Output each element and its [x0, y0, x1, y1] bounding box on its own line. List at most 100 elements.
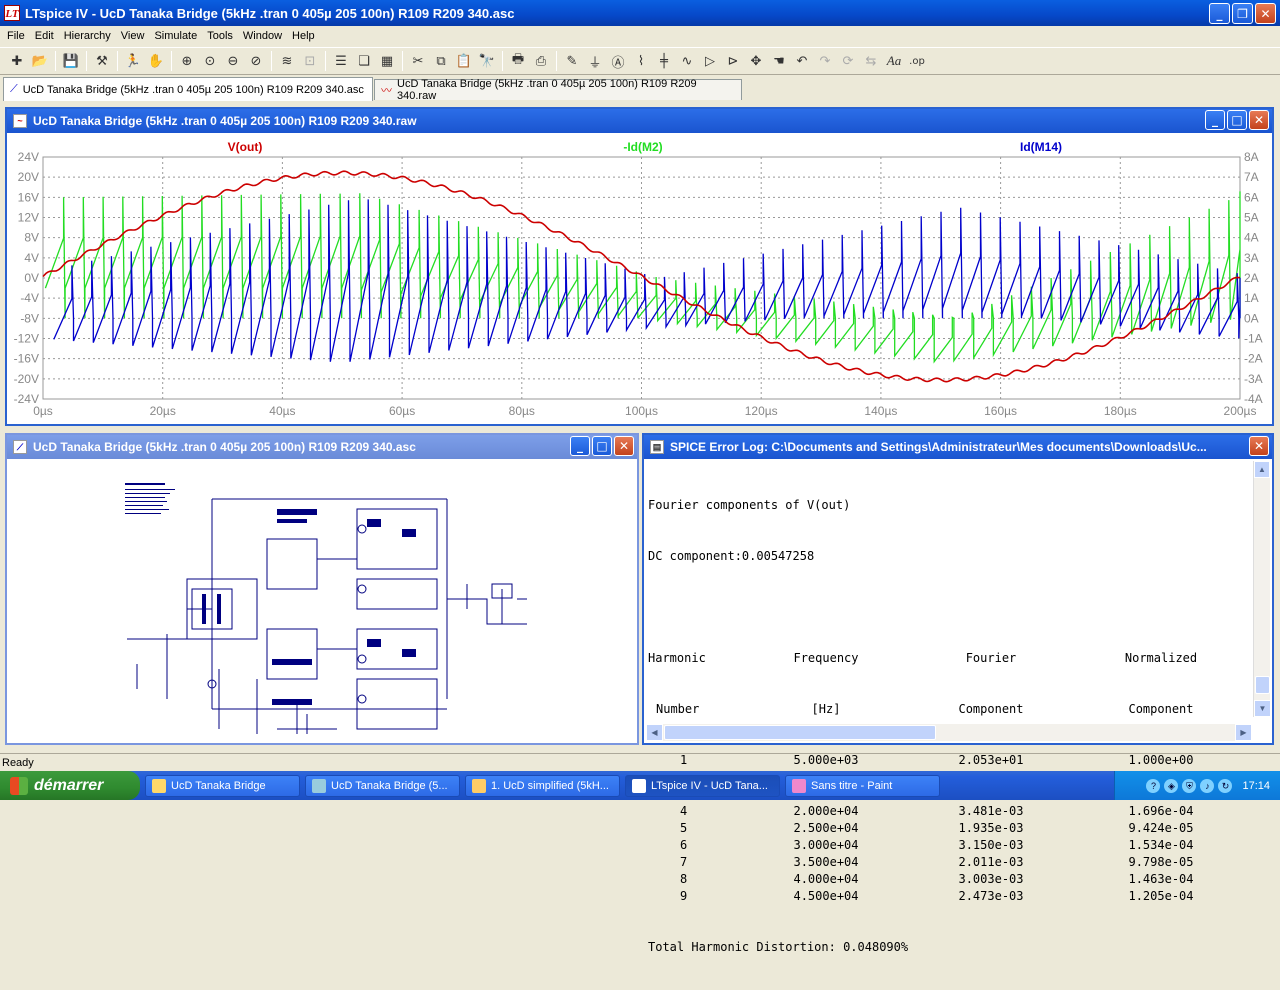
minimize-button[interactable]: _ [570, 436, 590, 456]
log-cell: 3.500e+04 [793, 855, 859, 869]
zoom-cancel-icon[interactable]: ⊘ [245, 50, 267, 72]
task-button[interactable]: UcD Tanaka Bridge (5... [305, 774, 460, 797]
mirror-icon[interactable]: ⇆ [860, 50, 882, 72]
restore-button[interactable]: ❐ [1232, 3, 1253, 24]
ground-icon[interactable]: ⏚ [584, 50, 606, 72]
schematic-window-caption[interactable]: ⟋ UcD Tanaka Bridge (5kHz .tran 0 405µ 2… [7, 435, 637, 459]
volume-icon[interactable]: ♪ [1200, 778, 1215, 793]
header-normalized: Normalized [1124, 651, 1198, 665]
scroll-thumb[interactable] [664, 725, 936, 740]
diode-icon[interactable]: ▷ [699, 50, 721, 72]
waveform-plot[interactable]: 24V20V16V12V8V4V0V-4V-8V-12V-16V-20V-24V… [7, 133, 1272, 424]
run-icon[interactable]: 🏃 [122, 50, 144, 72]
pan-icon[interactable]: ⊙ [199, 50, 221, 72]
redo-icon[interactable]: ↷ [814, 50, 836, 72]
text-icon[interactable]: Aa [883, 50, 905, 72]
error-log-caption[interactable]: ▤ SPICE Error Log: C:\Documents and Sett… [644, 435, 1272, 459]
scroll-thumb[interactable] [1255, 676, 1270, 694]
window-titlebar[interactable]: LT LTspice IV - UcD Tanaka Bridge (5kHz … [0, 0, 1280, 26]
menu-hierarchy[interactable]: Hierarchy [59, 30, 116, 42]
trace-label-id-m14[interactable]: Id(M14) [1020, 140, 1062, 154]
update-icon[interactable]: ↻ [1218, 778, 1233, 793]
close-button[interactable]: ✕ [1255, 3, 1276, 24]
close-button[interactable]: ✕ [1249, 436, 1269, 456]
menu-tools[interactable]: Tools [202, 30, 238, 42]
close-button[interactable]: ✕ [614, 436, 634, 456]
start-button[interactable]: démarrer [0, 771, 140, 800]
log-cell: 1.534e-04 [1128, 838, 1194, 852]
task-label: LTspice IV - UcD Tana... [651, 779, 768, 792]
capacitor-icon[interactable]: ╪ [653, 50, 675, 72]
trace-label-id-m2[interactable]: -Id(M2) [623, 140, 662, 154]
cut-icon[interactable]: ✂ [407, 50, 429, 72]
halt-icon[interactable]: ✋ [145, 50, 167, 72]
log-vertical-scrollbar[interactable]: ▲ ▼ [1253, 461, 1271, 717]
security-icon[interactable]: ⛨ [1182, 778, 1197, 793]
scroll-right-icon[interactable]: ▶ [1235, 724, 1252, 741]
menu-view[interactable]: View [116, 30, 150, 42]
trace-label-vout[interactable]: V(out) [228, 140, 263, 154]
zoom-out-icon[interactable]: ⊖ [222, 50, 244, 72]
autorange-icon[interactable]: ≋ [276, 50, 298, 72]
menu-file[interactable]: File [2, 30, 30, 42]
tile-vertical-icon[interactable]: ▦ [376, 50, 398, 72]
log-horizontal-scrollbar[interactable]: ◀ ▶ [646, 724, 1252, 741]
open-icon[interactable]: 📂 [29, 50, 51, 72]
draw-wire-icon[interactable]: ✎ [561, 50, 583, 72]
menu-window[interactable]: Window [238, 30, 287, 42]
copy-icon[interactable]: ⧉ [430, 50, 452, 72]
task-label: Sans titre - Paint [811, 779, 893, 792]
print-icon[interactable]: ⎙ [530, 50, 552, 72]
cascade-icon[interactable]: ❏ [353, 50, 375, 72]
schematic-canvas[interactable] [7, 459, 637, 743]
menu-simulate[interactable]: Simulate [149, 30, 202, 42]
close-button[interactable]: ✕ [1249, 110, 1269, 130]
move-icon[interactable]: ✥ [745, 50, 767, 72]
help-icon[interactable]: ? [1146, 778, 1161, 793]
minimize-button[interactable]: _ [1205, 110, 1225, 130]
waveform-window-caption[interactable]: ~ UcD Tanaka Bridge (5kHz .tran 0 405µ 2… [7, 109, 1272, 133]
task-button[interactable]: LTspice IV - UcD Tana... [625, 774, 780, 797]
task-button[interactable]: 1. UcD simplified (5kH... [465, 774, 620, 797]
fit-icon[interactable]: ⊡ [299, 50, 321, 72]
rotate-icon[interactable]: ⟳ [837, 50, 859, 72]
undo-icon[interactable]: ↶ [791, 50, 813, 72]
control-panel-icon[interactable]: ⚒ [91, 50, 113, 72]
resistor-icon[interactable]: ⌇ [630, 50, 652, 72]
y-left-tick: -20V [14, 372, 39, 386]
schematic-window[interactable]: ⟋ UcD Tanaka Bridge (5kHz .tran 0 405µ 2… [5, 433, 639, 745]
new-schematic-icon[interactable]: ✚ [6, 50, 28, 72]
maximize-button[interactable]: □ [592, 436, 612, 456]
label-net-icon[interactable]: Ⓐ [607, 50, 629, 72]
print-setup-icon[interactable]: 🖶 [507, 50, 529, 72]
zoom-in-icon[interactable]: ⊕ [176, 50, 198, 72]
paste-icon[interactable]: 📋 [453, 50, 475, 72]
menu-help[interactable]: Help [287, 30, 320, 42]
find-icon[interactable]: 🔭 [476, 50, 498, 72]
task-button[interactable]: Sans titre - Paint [785, 774, 940, 797]
log-cell: 3.481e-03 [958, 804, 1024, 818]
tab-waveform[interactable]: 〰 UcD Tanaka Bridge (5kHz .tran 0 405µ 2… [374, 78, 742, 102]
maximize-button[interactable]: □ [1227, 110, 1247, 130]
inductor-icon[interactable]: ∿ [676, 50, 698, 72]
x-tick: 0µs [33, 404, 53, 418]
y-right-tick: 0A [1244, 311, 1259, 325]
save-icon[interactable]: 💾 [60, 50, 82, 72]
tile-horizontal-icon[interactable]: ☰ [330, 50, 352, 72]
component-icon[interactable]: ⊳ [722, 50, 744, 72]
y-left-tick: -16V [14, 352, 39, 366]
drag-icon[interactable]: ☚ [768, 50, 790, 72]
scroll-up-icon[interactable]: ▲ [1254, 461, 1270, 478]
spice-directive-icon[interactable]: .op [906, 50, 928, 72]
waveform-window[interactable]: ~ UcD Tanaka Bridge (5kHz .tran 0 405µ 2… [5, 107, 1274, 426]
scroll-left-icon[interactable]: ◀ [646, 724, 663, 741]
task-button[interactable]: UcD Tanaka Bridge [145, 774, 300, 797]
error-log-window[interactable]: ▤ SPICE Error Log: C:\Documents and Sett… [642, 433, 1274, 954]
log-header-row: Harmonic Frequency Fourier Normalized [648, 650, 1252, 667]
network-icon[interactable]: ◈ [1164, 778, 1179, 793]
scroll-down-icon[interactable]: ▼ [1254, 700, 1271, 717]
menu-edit[interactable]: Edit [30, 30, 59, 42]
x-tick: 80µs [509, 404, 535, 418]
minimize-button[interactable]: _ [1209, 3, 1230, 24]
tab-schematic[interactable]: ⟋ UcD Tanaka Bridge (5kHz .tran 0 405µ 2… [3, 77, 373, 101]
